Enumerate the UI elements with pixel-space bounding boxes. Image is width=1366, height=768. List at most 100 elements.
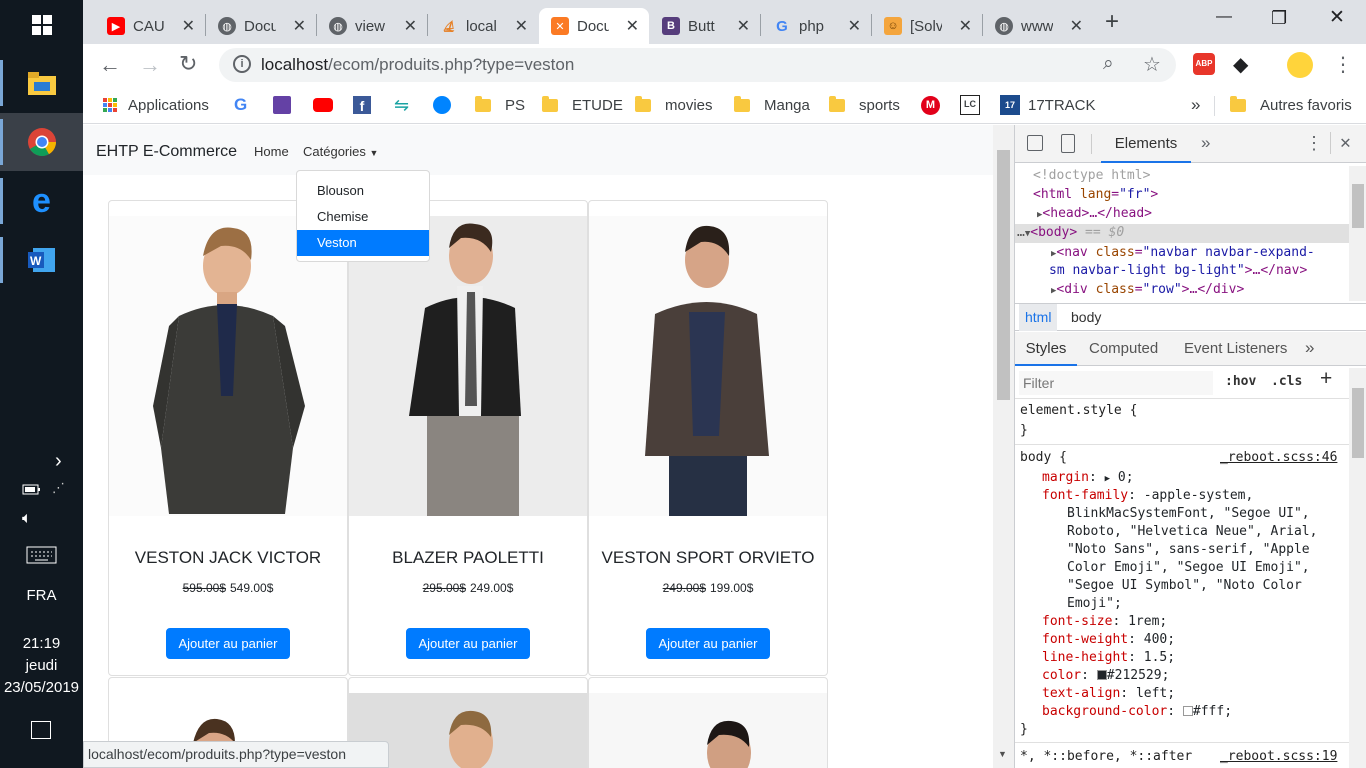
sync-bookmark-icon[interactable]: ⇋ (394, 94, 409, 116)
extension-fish-icon[interactable]: ◆ (1233, 52, 1248, 77)
color-swatch[interactable] (1182, 706, 1193, 716)
css-decl-font-family[interactable]: font-family: -apple-system, (1042, 487, 1253, 505)
new-tab-button[interactable]: + (1105, 8, 1119, 36)
google-bookmark-icon[interactable]: G (234, 94, 247, 116)
tab-bootstrap-buttons[interactable]: B Butt ✕ (650, 8, 760, 44)
add-to-cart-button[interactable]: Ajouter au panier (166, 628, 290, 659)
bookmark-folder-ps[interactable]: PS (475, 94, 525, 116)
css-decl-font-weight[interactable]: font-weight: 400; (1042, 631, 1175, 649)
close-tab-icon[interactable]: ✕ (515, 16, 528, 36)
profile-avatar[interactable] (1287, 52, 1313, 78)
window-maximize-button[interactable]: ❐ (1271, 8, 1287, 29)
cls-toggle[interactable]: .cls (1271, 374, 1302, 389)
tab-view[interactable]: ◍ view ✕ (317, 8, 427, 44)
close-tab-icon[interactable]: ✕ (848, 16, 861, 36)
css-decl-line-height[interactable]: line-height: 1.5; (1042, 649, 1175, 667)
close-tab-icon[interactable]: ✕ (404, 16, 417, 36)
devtools-more-tabs-chevron[interactable]: » (1201, 133, 1210, 153)
bookmark-apps[interactable]: Applications (103, 94, 209, 116)
battery-icon[interactable] (22, 482, 42, 499)
windows-start-button[interactable] (0, 0, 83, 50)
subtab-styles[interactable]: Styles (1015, 332, 1077, 366)
hov-toggle[interactable]: :hov (1225, 374, 1256, 389)
add-to-cart-button[interactable]: Ajouter au panier (406, 628, 530, 659)
dropdown-item-chemise[interactable]: Chemise (297, 204, 429, 230)
input-language[interactable]: FRA (0, 587, 83, 604)
tab-solved[interactable]: ☺ [Solv ✕ (872, 8, 982, 44)
keyboard-icon[interactable] (26, 546, 57, 567)
universal-rule-selector[interactable]: *, *::before, *::after (1020, 748, 1192, 766)
dom-nav-node-cont[interactable]: sm navbar-light bg-light">…</nav> (1049, 262, 1307, 280)
dom-html-node[interactable]: <html lang="fr"> (1033, 186, 1158, 204)
breadcrumb-body[interactable]: body (1065, 304, 1107, 331)
taskbar-file-explorer[interactable] (0, 54, 83, 112)
tab-phpmyadmin[interactable]: ⛵︎ local ✕ (428, 8, 538, 44)
styles-pane-scrollbar[interactable] (1349, 368, 1366, 768)
scroll-down-arrow-icon[interactable]: ▼ (998, 749, 1007, 759)
inspect-element-icon[interactable] (1027, 135, 1043, 151)
bookmark-star-icon[interactable]: ☆ (1143, 52, 1161, 77)
dropdown-item-blouson[interactable]: Blouson (297, 178, 429, 204)
close-tab-icon[interactable]: ✕ (959, 16, 972, 36)
color-swatch[interactable] (1096, 670, 1107, 680)
tab-docu-1[interactable]: ◍ Docu ✕ (206, 8, 316, 44)
tab-www[interactable]: ◍ www ✕ (983, 8, 1093, 44)
devtools-close-icon[interactable]: ✕ (1340, 132, 1351, 153)
body-rule-source-link[interactable]: _reboot.scss:46 (1220, 449, 1337, 467)
dom-div-row-node[interactable]: ▶<div class="row">…</div> (1051, 281, 1244, 300)
bookmarks-overflow-chevron[interactable]: » (1191, 94, 1200, 116)
nav-dropdown-categories[interactable]: Catégories ▼ (303, 144, 378, 159)
close-tab-icon[interactable]: ✕ (1070, 16, 1083, 36)
lc-bookmark-icon[interactable]: LC (960, 94, 980, 116)
devtools-menu-icon[interactable]: ⋮ (1305, 133, 1323, 154)
close-tab-icon[interactable]: ✕ (182, 16, 195, 36)
bookmark-folder-manga[interactable]: Manga (734, 94, 810, 116)
wifi-icon[interactable]: ⋰ (52, 480, 65, 496)
dom-nav-node[interactable]: ▶<nav class="navbar navbar-expand- (1051, 244, 1315, 263)
info-icon[interactable]: i (233, 55, 251, 73)
body-rule-selector[interactable]: body { (1020, 449, 1067, 467)
bookmark-folder-movies[interactable]: movies (635, 94, 713, 116)
breadcrumb-html[interactable]: html (1019, 304, 1058, 331)
twitch-bookmark-icon[interactable] (273, 94, 291, 116)
bookmark-other-favorites[interactable]: Autres favoris (1230, 94, 1352, 116)
taskbar-chrome[interactable] (0, 113, 83, 171)
window-minimize-button[interactable]: — (1216, 8, 1232, 26)
dom-body-node[interactable]: …▼<body> == $0 (1017, 224, 1124, 243)
volume-icon[interactable]: 🔈︎ (22, 510, 32, 528)
subtab-computed[interactable]: Computed (1089, 332, 1158, 366)
subtab-event-listeners[interactable]: Event Listeners (1184, 332, 1287, 366)
youtube-bookmark-icon[interactable] (313, 94, 333, 116)
styles-filter-input[interactable]: Filter (1019, 371, 1213, 395)
action-center-icon[interactable] (31, 721, 51, 739)
bookmark-folder-sports[interactable]: sports (829, 94, 900, 116)
new-style-rule-button[interactable]: + (1320, 367, 1332, 391)
close-tab-icon[interactable]: ✕ (626, 16, 639, 36)
close-tab-icon[interactable]: ✕ (293, 16, 306, 36)
tab-docu-active[interactable]: ✕ Docu ✕ (539, 8, 649, 44)
devtools-tab-elements[interactable]: Elements (1101, 125, 1191, 163)
element-style-rule[interactable]: element.style { (1020, 402, 1137, 420)
address-bar[interactable]: i localhost/ecom/produits.php?type=vesto… (219, 48, 1176, 82)
nav-link-home[interactable]: Home (254, 144, 289, 159)
scrollbar-thumb[interactable] (997, 150, 1010, 400)
page-scrollbar[interactable]: ▼ (993, 125, 1014, 768)
taskbar-word[interactable]: W (0, 231, 83, 289)
bookmark-17track[interactable]: 17 17TRACK (1000, 94, 1096, 116)
universal-rule-source-link[interactable]: _reboot.scss:19 (1220, 748, 1337, 766)
tab-google-php[interactable]: G php ✕ (761, 8, 871, 44)
m-bookmark-icon[interactable]: M (921, 94, 940, 116)
reload-button[interactable]: ↻ (179, 51, 197, 77)
clock-time[interactable]: 21:19 (0, 635, 83, 652)
forward-button[interactable]: → (139, 52, 161, 78)
chrome-menu-icon[interactable]: ⋮ (1333, 52, 1353, 77)
css-decl-background-color[interactable]: background-color: #fff; (1042, 703, 1232, 721)
window-close-button[interactable]: ✕ (1329, 6, 1345, 29)
tab-youtube[interactable]: ▶ CAU ✕ (95, 8, 205, 44)
chevron-right-icon[interactable]: › (55, 450, 62, 473)
close-tab-icon[interactable]: ✕ (737, 16, 750, 36)
subtabs-more-chevron[interactable]: » (1305, 338, 1314, 358)
css-decl-color[interactable]: color: #212529; (1042, 667, 1169, 685)
dom-head-node[interactable]: ▶<head>…</head> (1037, 205, 1152, 224)
facebook-bookmark-icon[interactable]: f (353, 94, 371, 116)
